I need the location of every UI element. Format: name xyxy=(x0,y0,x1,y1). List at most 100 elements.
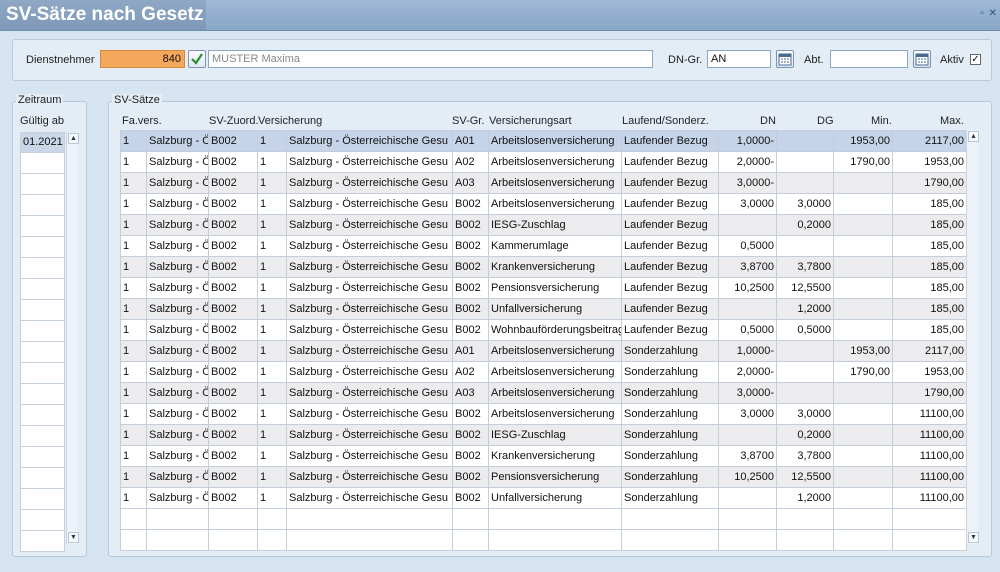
cell-max[interactable]: 11100,00 xyxy=(892,487,967,509)
cell-min[interactable] xyxy=(833,424,893,446)
cell-favers[interactable]: 1 xyxy=(120,193,147,215)
cell-svgr[interactable]: B002 xyxy=(452,319,489,341)
cell-max[interactable]: 2117,00 xyxy=(892,340,967,362)
zeitraum-row[interactable] xyxy=(20,258,65,279)
cell-region[interactable]: Salzburg - Öste xyxy=(146,256,209,278)
table-row[interactable]: 1Salzburg - ÖsteB0021Salzburg - Österrei… xyxy=(120,256,967,278)
cell-vers-nr[interactable]: 1 xyxy=(257,172,287,194)
cell-dn[interactable]: 3,0000 xyxy=(718,403,777,425)
cell-min[interactable]: 1790,00 xyxy=(833,151,893,173)
cell-svzuord[interactable]: B002 xyxy=(208,151,258,173)
cell-laufend[interactable]: Sonderzahlung xyxy=(621,424,719,446)
cell-region[interactable]: Salzburg - Öste xyxy=(146,130,209,152)
table-row[interactable]: 1Salzburg - ÖsteB0021Salzburg - Österrei… xyxy=(120,214,967,236)
cell-laufend[interactable]: Sonderzahlung xyxy=(621,361,719,383)
cell-versicherung[interactable]: Salzburg - Österreichische Gesu xyxy=(286,403,453,425)
dn-group-field[interactable]: AN xyxy=(707,50,771,68)
cell-vers-nr[interactable] xyxy=(257,529,287,551)
cell-svgr[interactable] xyxy=(452,508,489,530)
cell-favers[interactable] xyxy=(120,529,147,551)
cell-region[interactable]: Salzburg - Öste xyxy=(146,214,209,236)
cell-svgr[interactable]: B002 xyxy=(452,193,489,215)
cell-min[interactable] xyxy=(833,487,893,509)
cell-favers[interactable]: 1 xyxy=(120,445,147,467)
cell-max[interactable]: 185,00 xyxy=(892,235,967,257)
zeitraum-row[interactable] xyxy=(20,489,65,510)
cell-dn[interactable] xyxy=(718,487,777,509)
cell-min[interactable] xyxy=(833,277,893,299)
table-row[interactable]: 1Salzburg - ÖsteB0021Salzburg - Österrei… xyxy=(120,424,967,446)
table-row[interactable]: 1Salzburg - ÖsteB0021Salzburg - Österrei… xyxy=(120,151,967,173)
cell-laufend[interactable]: Sonderzahlung xyxy=(621,403,719,425)
cell-svzuord[interactable]: B002 xyxy=(208,256,258,278)
cell-max[interactable]: 185,00 xyxy=(892,193,967,215)
cell-dg[interactable] xyxy=(776,130,834,152)
minimize-icon[interactable]: ▫ xyxy=(980,8,984,19)
cell-versicherung[interactable]: Salzburg - Österreichische Gesu xyxy=(286,214,453,236)
cell-dg[interactable]: 3,0000 xyxy=(776,403,834,425)
cell-max[interactable]: 1953,00 xyxy=(892,361,967,383)
cell-dn[interactable]: 0,5000 xyxy=(718,235,777,257)
cell-dg[interactable] xyxy=(776,382,834,404)
cell-dn[interactable]: 3,8700 xyxy=(718,256,777,278)
cell-laufend[interactable]: Laufender Bezug xyxy=(621,277,719,299)
cell-laufend[interactable]: Laufender Bezug xyxy=(621,214,719,236)
cell-svzuord[interactable]: B002 xyxy=(208,130,258,152)
cell-dn[interactable]: 1,0000- xyxy=(718,130,777,152)
cell-svzuord[interactable]: B002 xyxy=(208,214,258,236)
cell-svgr[interactable] xyxy=(452,529,489,551)
cell-svzuord[interactable]: B002 xyxy=(208,382,258,404)
cell-dg[interactable]: 3,7800 xyxy=(776,445,834,467)
cell-dn[interactable] xyxy=(718,529,777,551)
cell-dn[interactable] xyxy=(718,508,777,530)
cell-dn[interactable]: 3,0000 xyxy=(718,193,777,215)
cell-versicherung[interactable]: Salzburg - Österreichische Gesu xyxy=(286,130,453,152)
zeitraum-row[interactable] xyxy=(20,426,65,447)
cell-max[interactable]: 2117,00 xyxy=(892,130,967,152)
cell-svzuord[interactable]: B002 xyxy=(208,319,258,341)
cell-versicherungsart[interactable]: IESG-Zuschlag xyxy=(488,424,622,446)
cell-laufend[interactable] xyxy=(621,508,719,530)
cell-dg[interactable] xyxy=(776,361,834,383)
cell-laufend[interactable] xyxy=(621,529,719,551)
cell-max[interactable]: 11100,00 xyxy=(892,403,967,425)
cell-versicherung[interactable]: Salzburg - Österreichische Gesu xyxy=(286,361,453,383)
cell-dg[interactable]: 1,2000 xyxy=(776,487,834,509)
cell-versicherungsart[interactable]: Pensionsversicherung xyxy=(488,466,622,488)
cell-favers[interactable]: 1 xyxy=(120,403,147,425)
cell-min[interactable]: 1953,00 xyxy=(833,340,893,362)
cell-vers-nr[interactable]: 1 xyxy=(257,277,287,299)
cell-versicherungsart[interactable]: Unfallversicherung xyxy=(488,487,622,509)
cell-vers-nr[interactable]: 1 xyxy=(257,256,287,278)
table-row[interactable]: 1Salzburg - ÖsteB0021Salzburg - Österrei… xyxy=(120,382,967,404)
cell-max[interactable] xyxy=(892,508,967,530)
table-row[interactable]: 1Salzburg - ÖsteB0021Salzburg - Österrei… xyxy=(120,193,967,215)
cell-versicherung[interactable]: Salzburg - Österreichische Gesu xyxy=(286,445,453,467)
cell-dg[interactable]: 12,5500 xyxy=(776,277,834,299)
cell-svzuord[interactable]: B002 xyxy=(208,193,258,215)
cell-region[interactable]: Salzburg - Öste xyxy=(146,193,209,215)
cell-versicherungsart[interactable] xyxy=(488,508,622,530)
cell-svzuord[interactable]: B002 xyxy=(208,340,258,362)
cell-laufend[interactable]: Sonderzahlung xyxy=(621,340,719,362)
zeitraum-row[interactable] xyxy=(20,384,65,405)
cell-svzuord[interactable]: B002 xyxy=(208,403,258,425)
cell-versicherung[interactable]: Salzburg - Österreichische Gesu xyxy=(286,466,453,488)
abt-field[interactable] xyxy=(830,50,908,68)
cell-dn[interactable]: 3,0000- xyxy=(718,382,777,404)
cell-region[interactable]: Salzburg - Öste xyxy=(146,340,209,362)
cell-svzuord[interactable]: B002 xyxy=(208,466,258,488)
cell-svgr[interactable]: A01 xyxy=(452,130,489,152)
cell-min[interactable] xyxy=(833,319,893,341)
cell-versicherung[interactable]: Salzburg - Österreichische Gesu xyxy=(286,172,453,194)
cell-laufend[interactable]: Laufender Bezug xyxy=(621,193,719,215)
employee-number-field[interactable]: 840 xyxy=(100,50,185,68)
cell-region[interactable]: Salzburg - Öste xyxy=(146,172,209,194)
cell-min[interactable] xyxy=(833,298,893,320)
cell-laufend[interactable]: Laufender Bezug xyxy=(621,130,719,152)
cell-laufend[interactable]: Laufender Bezug xyxy=(621,172,719,194)
cell-dg[interactable]: 0,5000 xyxy=(776,319,834,341)
cell-max[interactable]: 185,00 xyxy=(892,277,967,299)
cell-favers[interactable]: 1 xyxy=(120,382,147,404)
employee-name-field[interactable]: MUSTER Maxima xyxy=(208,50,653,68)
